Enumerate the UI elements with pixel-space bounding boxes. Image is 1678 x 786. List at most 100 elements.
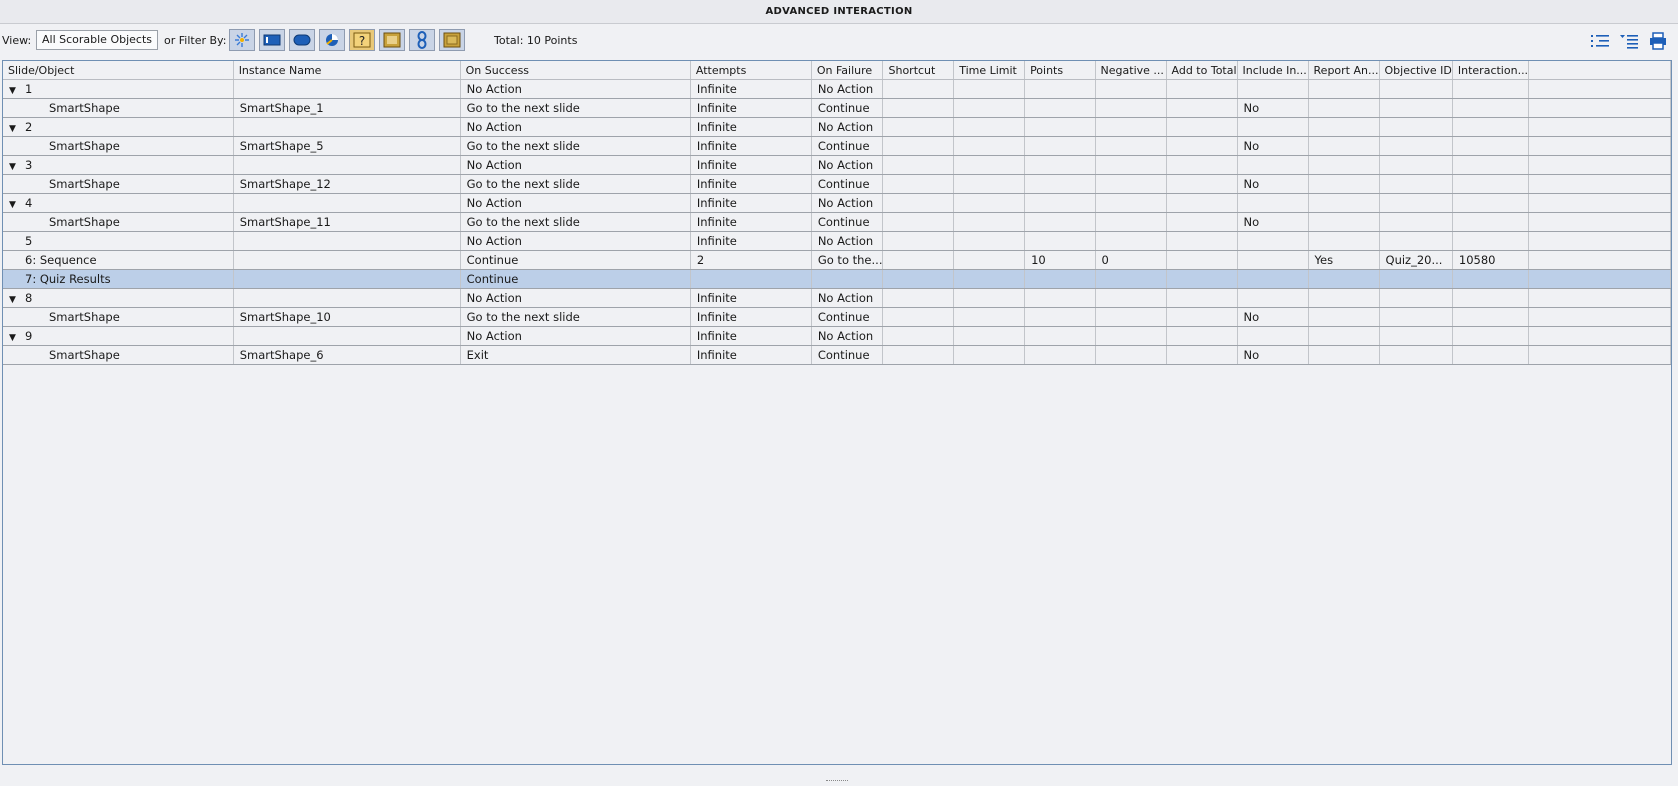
grid-cell[interactable]: Yes <box>1308 250 1380 270</box>
grid-cell[interactable] <box>1166 155 1238 175</box>
grid-cell[interactable] <box>953 98 1026 118</box>
grid-cell[interactable] <box>1379 288 1453 308</box>
collapse-view-icon[interactable] <box>1618 31 1640 51</box>
grid-cell[interactable]: Exit <box>460 345 691 365</box>
object-row[interactable]: SmartShape SmartShape_10 Go to the next sl… <box>3 307 1671 327</box>
column-header[interactable]: Attempts <box>690 61 812 80</box>
grid-cell[interactable] <box>1166 98 1238 118</box>
grid-cell[interactable] <box>1166 288 1238 308</box>
grid-cell[interactable] <box>1095 155 1167 175</box>
grid-cell[interactable] <box>811 269 884 289</box>
grid-cell[interactable]: Continue <box>460 269 691 289</box>
grid-cell[interactable] <box>1379 269 1453 289</box>
grid-cell[interactable] <box>1166 269 1238 289</box>
grid-cell[interactable] <box>1379 231 1453 251</box>
grid-cell[interactable] <box>1237 250 1309 270</box>
grid-cell[interactable]: Go to the next slide <box>460 136 691 156</box>
image-icon[interactable] <box>379 29 405 51</box>
grid-cell[interactable]: Quiz_20... <box>1379 250 1453 270</box>
hyperlink-icon[interactable] <box>409 29 435 51</box>
grid-cell[interactable]: Infinite <box>690 79 812 99</box>
grid-cell[interactable]: No Action <box>811 326 884 346</box>
grid-cell[interactable] <box>1308 307 1380 327</box>
grid-cell[interactable]: Infinite <box>690 136 812 156</box>
slide-row[interactable]: ▼ 9 No Action Infinite No Action <box>3 326 1671 346</box>
grid-cell[interactable] <box>1379 212 1453 232</box>
grid-cell[interactable] <box>233 193 461 213</box>
grid-cell[interactable] <box>233 326 461 346</box>
grid-cell[interactable] <box>953 250 1026 270</box>
grid-cell[interactable] <box>953 155 1026 175</box>
grid-cell[interactable]: Go to the next slide <box>460 98 691 118</box>
grid-cell[interactable] <box>1308 288 1380 308</box>
grid-cell[interactable] <box>233 269 461 289</box>
grid-cell[interactable] <box>1452 79 1530 99</box>
grid-cell[interactable] <box>882 288 955 308</box>
grid-cell[interactable] <box>882 174 955 194</box>
grid-cell[interactable]: No Action <box>460 231 691 251</box>
expand-toggle-icon[interactable]: ▼ <box>9 162 21 172</box>
slide-row[interactable]: 5 No Action Infinite No Action <box>3 231 1671 251</box>
grid-cell[interactable]: Continue <box>811 307 884 327</box>
grid-cell[interactable]: No <box>1237 212 1309 232</box>
slide-row[interactable]: 7: Quiz Results Continue <box>3 269 1671 289</box>
grid-cell[interactable] <box>1024 345 1096 365</box>
resize-grip[interactable] <box>826 780 848 784</box>
grid-cell[interactable] <box>1095 231 1167 251</box>
button-icon[interactable] <box>289 29 315 51</box>
slide-row[interactable]: ▼ 4 No Action Infinite No Action <box>3 193 1671 213</box>
expand-toggle-icon[interactable]: ▼ <box>9 333 21 343</box>
grid-cell[interactable] <box>1166 117 1238 137</box>
grid-cell[interactable] <box>1308 212 1380 232</box>
grid-cell[interactable] <box>1024 174 1096 194</box>
grid-cell[interactable] <box>1095 193 1167 213</box>
grid-cell[interactable] <box>1452 326 1530 346</box>
object-row[interactable]: SmartShape SmartShape_11 Go to the next sl… <box>3 212 1671 232</box>
grid-cell[interactable]: Infinite <box>690 307 812 327</box>
grid-cell[interactable]: 10 <box>1024 250 1096 270</box>
slide-row[interactable]: ▼ 3 No Action Infinite No Action <box>3 155 1671 175</box>
grid-cell[interactable] <box>882 155 955 175</box>
grid-cell[interactable]: Infinite <box>690 98 812 118</box>
grid-cell[interactable] <box>1024 117 1096 137</box>
grid-cell[interactable]: No Action <box>811 155 884 175</box>
object-row[interactable]: SmartShape SmartShape_6 Exit Infinite Contin… <box>3 345 1671 365</box>
grid-cell[interactable] <box>1452 345 1530 365</box>
grid-cell[interactable] <box>953 136 1026 156</box>
grid-cell[interactable] <box>953 193 1026 213</box>
grid-cell[interactable]: Go to the next slide <box>460 307 691 327</box>
grid-cell[interactable]: Infinite <box>690 117 812 137</box>
grid-cell[interactable]: Continue <box>811 345 884 365</box>
grid-cell[interactable]: SmartShape_1 <box>233 98 461 118</box>
grid-cell[interactable] <box>233 79 461 99</box>
column-header[interactable]: Add to Total <box>1166 61 1238 80</box>
grid-cell[interactable] <box>1166 345 1238 365</box>
grid-cell[interactable] <box>233 117 461 137</box>
grid-cell[interactable] <box>882 193 955 213</box>
grid-cell[interactable] <box>1379 307 1453 327</box>
grid-cell[interactable] <box>1166 326 1238 346</box>
expand-toggle-icon[interactable]: ▼ <box>9 295 21 305</box>
grid-cell[interactable] <box>1379 155 1453 175</box>
grid-cell[interactable] <box>1379 345 1453 365</box>
grid-cell[interactable]: No Action <box>460 326 691 346</box>
grid-cell[interactable] <box>1308 231 1380 251</box>
slide-row[interactable]: ▼ 2 No Action Infinite No Action <box>3 117 1671 137</box>
grid-cell[interactable]: SmartShape_11 <box>233 212 461 232</box>
grid-cell[interactable] <box>1095 212 1167 232</box>
grid-cell[interactable] <box>953 117 1026 137</box>
grid-cell[interactable]: SmartShape_10 <box>233 307 461 327</box>
column-header[interactable]: Interaction... <box>1452 61 1530 80</box>
grid-cell[interactable]: No <box>1237 98 1309 118</box>
grid-cell[interactable] <box>953 326 1026 346</box>
click-box-icon[interactable] <box>319 29 345 51</box>
grid-cell[interactable]: No Action <box>460 288 691 308</box>
grid-cell[interactable] <box>233 288 461 308</box>
grid-cell[interactable]: Continue <box>460 250 691 270</box>
grid-cell[interactable] <box>1095 307 1167 327</box>
grid-cell[interactable] <box>1024 212 1096 232</box>
grid-cell[interactable]: Infinite <box>690 174 812 194</box>
grid-cell[interactable] <box>1452 136 1530 156</box>
grid-cell[interactable]: Go to the... <box>811 250 884 270</box>
column-header[interactable]: Instance Name <box>233 61 461 80</box>
